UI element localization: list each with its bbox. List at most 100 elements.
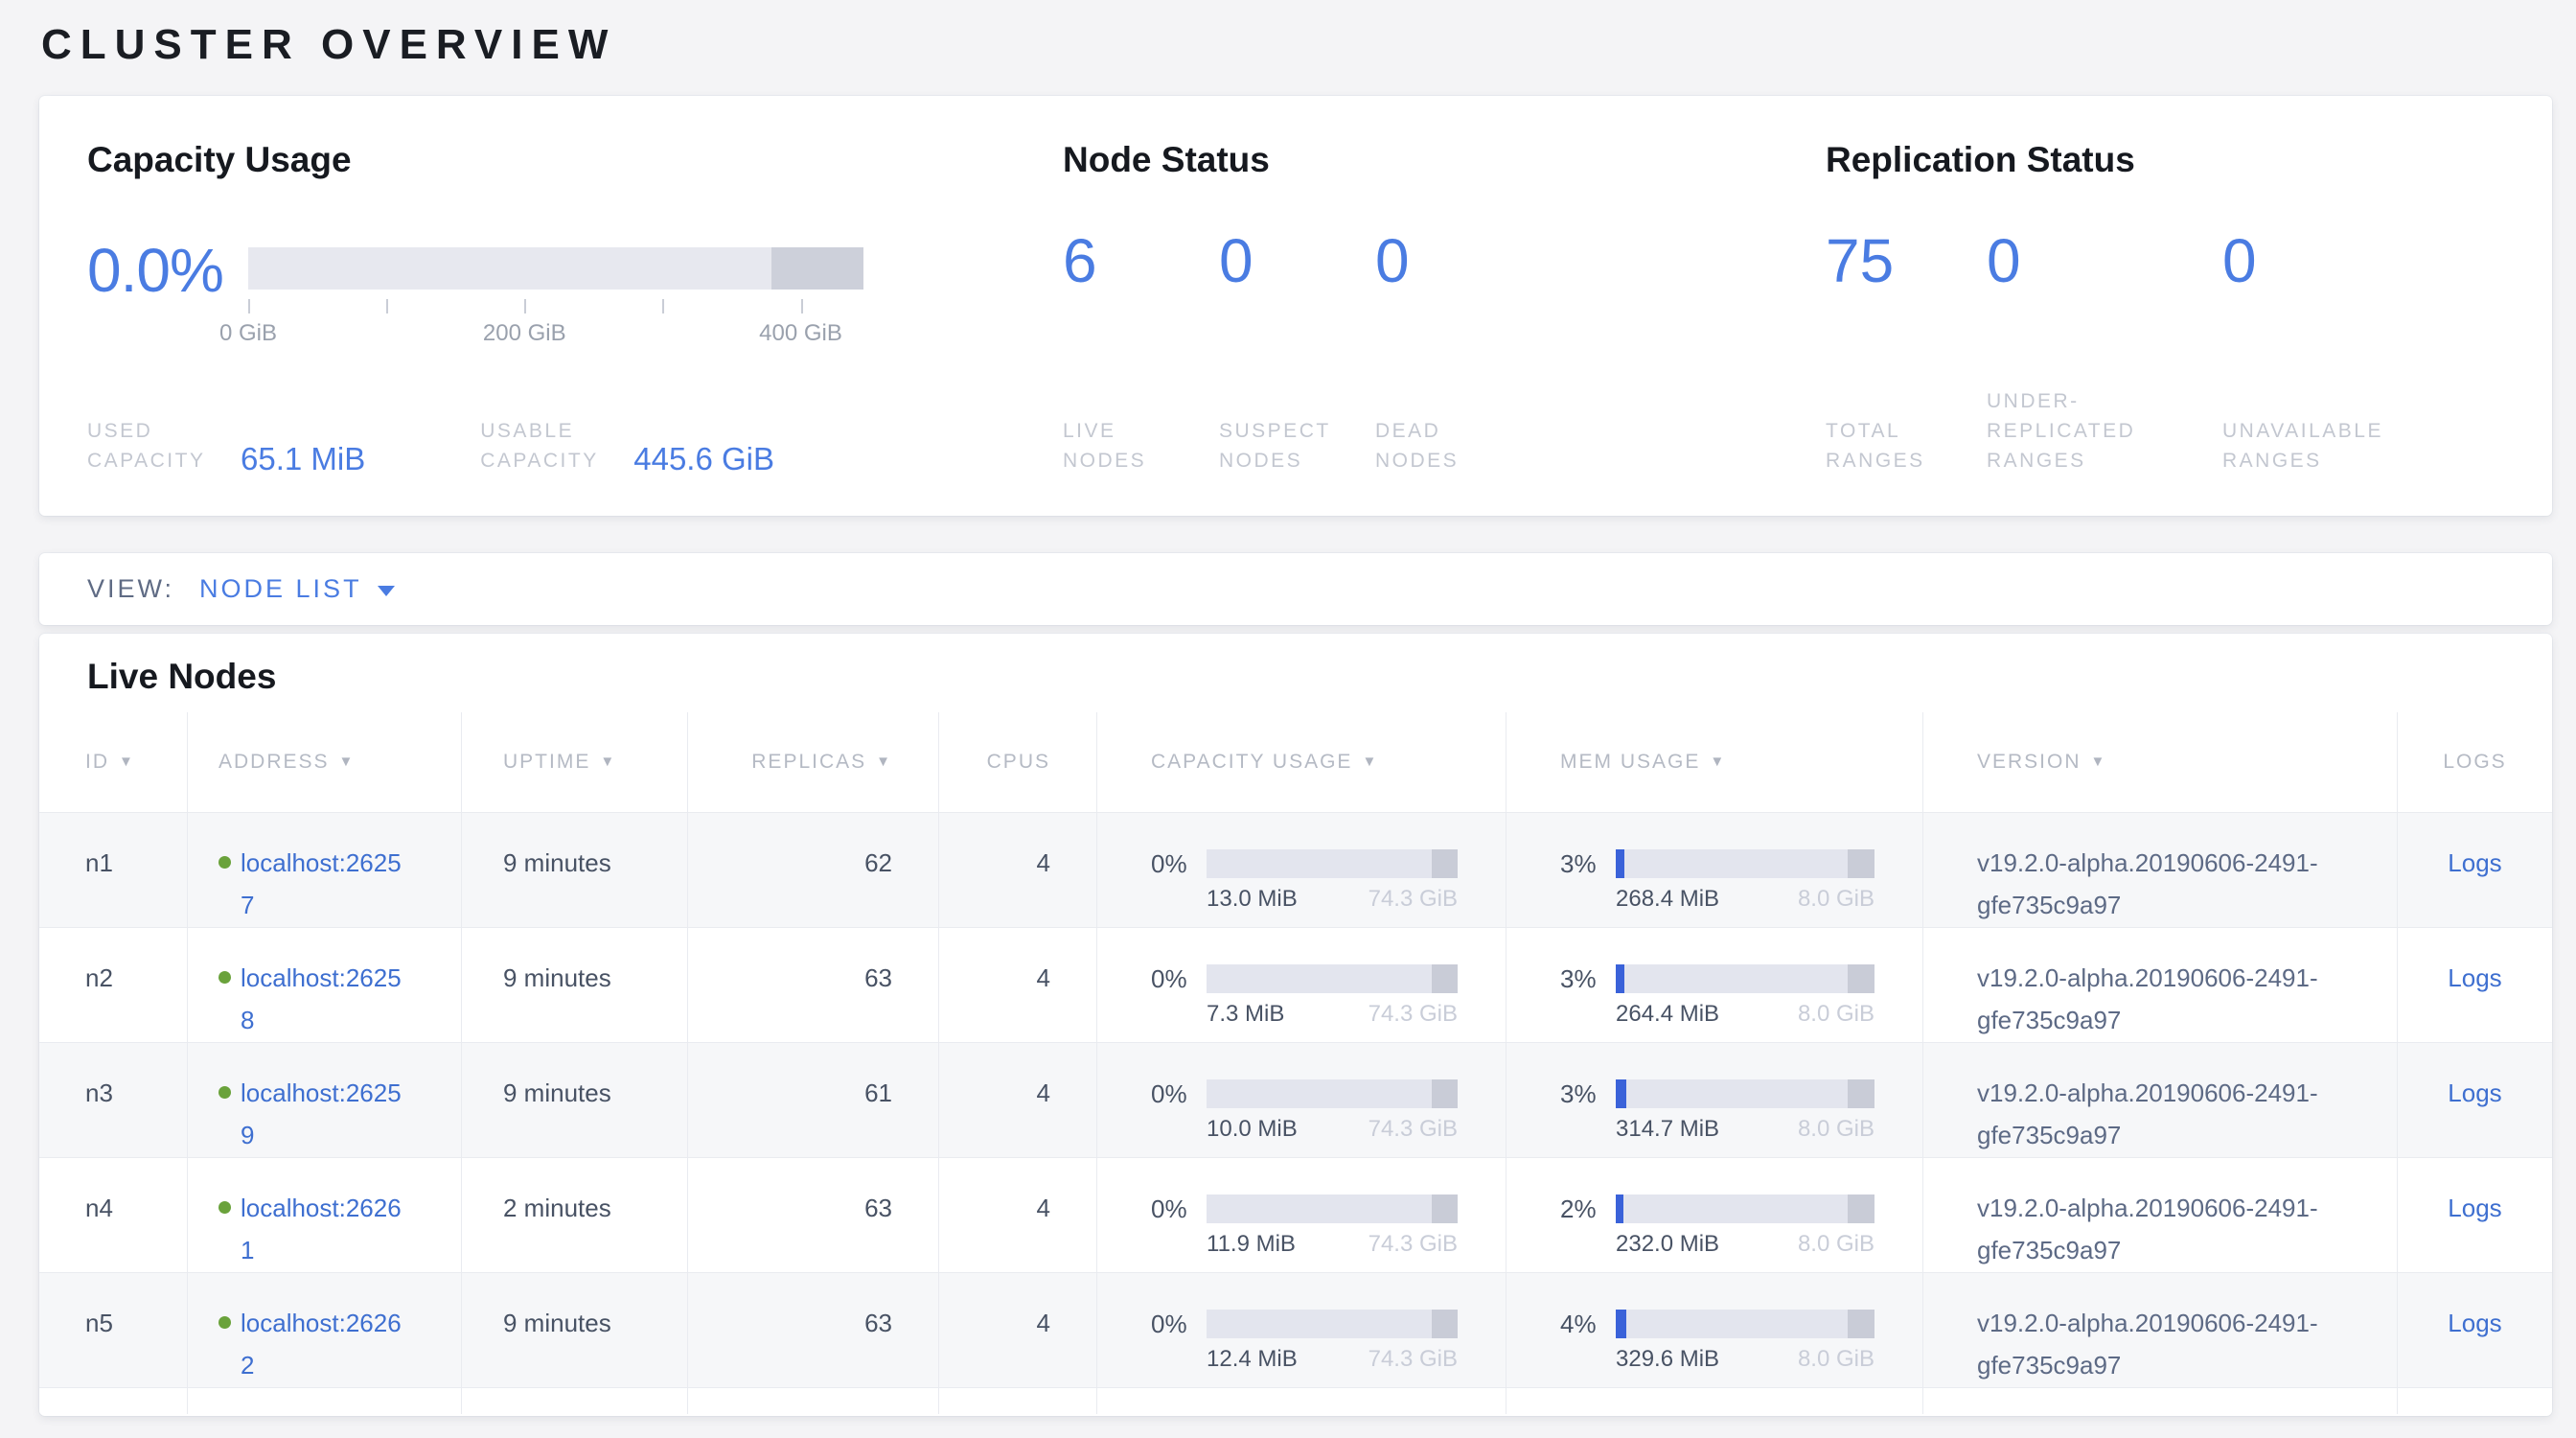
stat-big-number: 0: [1375, 230, 1490, 291]
node-id-cell: n2: [39, 927, 188, 1042]
node-status-section: Node Status 6LIVE NODES0SUSPECT NODES0DE…: [1063, 140, 1826, 475]
replication-status-title: Replication Status: [1826, 140, 2504, 180]
mem-usage-used-value: 264.4 MiB: [1616, 1003, 1719, 1026]
mem-usage-bar-end-cap: [1848, 1079, 1874, 1108]
sort-arrow-icon: ▼: [1362, 741, 1378, 783]
mem-usage-cell: 3%264.4 MiB8.0 GiB: [1506, 927, 1923, 1042]
clipped-row-cell: [39, 1387, 188, 1414]
summary-stat-unit: 6LIVE NODES: [1063, 230, 1219, 475]
mem-usage-percent: 2%: [1560, 1194, 1606, 1223]
mem-usage-bar: [1616, 1079, 1874, 1108]
capacity-usage-total-value: 74.3 GiB: [1368, 1348, 1458, 1371]
logs-link[interactable]: Logs: [2448, 963, 2501, 992]
column-header-label: CAPACITY USAGE: [1151, 741, 1352, 783]
stat-label: SUSPECT NODES: [1219, 416, 1344, 475]
axis-tick-label: 200 GiB: [483, 320, 566, 347]
stat-label: UNAVAILABLE RANGES: [2222, 416, 2443, 475]
capacity-usage-section: Capacity Usage 0.0% 0 GiB200 GiB400 GiB …: [87, 140, 1063, 475]
summary-stat-unit: 0UNDER-REPLICATED RANGES: [1987, 230, 2222, 475]
node-address-link[interactable]: localhost:26258: [241, 957, 405, 1041]
mem-usage-bar: [1616, 1310, 1874, 1338]
view-dropdown-value[interactable]: NODE LIST: [199, 574, 362, 604]
column-header-id[interactable]: ID▼: [39, 712, 188, 812]
column-header-address[interactable]: ADDRESS▼: [188, 712, 462, 812]
capacity-usage-bar-end-cap: [1432, 1310, 1459, 1338]
column-header-label: UPTIME: [503, 741, 590, 783]
capacity-usage-percent: 0%: [1151, 1194, 1197, 1223]
mem-usage-used-value: 314.7 MiB: [1616, 1118, 1719, 1141]
node-cpus-cell: 4: [939, 1272, 1097, 1387]
column-header-label: REPLICAS: [751, 741, 866, 783]
mem-usage-bar-fill: [1616, 1194, 1623, 1223]
sort-arrow-icon: ▼: [119, 741, 135, 783]
mem-usage-bar-end-cap: [1848, 1194, 1874, 1223]
capacity-usage-used-value: 10.0 MiB: [1207, 1118, 1298, 1141]
mem-usage-total-value: 8.0 GiB: [1798, 1348, 1874, 1371]
axis-tick-label: 400 GiB: [759, 320, 842, 347]
node-address-link[interactable]: localhost:26261: [241, 1187, 405, 1271]
capacity-usage-cell: 0%7.3 MiB74.3 GiB: [1097, 927, 1506, 1042]
capacity-usage-bar: [1207, 1194, 1458, 1223]
view-label: VIEW:: [87, 574, 174, 604]
node-version-cell: v19.2.0-alpha.20190606-2491-gfe735c9a97: [1923, 1272, 2398, 1387]
summary-stat-unit: 0SUSPECT NODES: [1219, 230, 1375, 475]
live-nodes-table: ID▼ADDRESS▼UPTIME▼REPLICAS▼CPUSCAPACITY …: [39, 712, 2552, 1414]
capacity-usage-cell: 0%11.9 MiB74.3 GiB: [1097, 1157, 1506, 1272]
logs-link[interactable]: Logs: [2448, 1194, 2501, 1222]
clipped-row-cell: [188, 1387, 462, 1414]
node-address-cell: localhost:26261: [188, 1157, 462, 1272]
logs-link[interactable]: Logs: [2448, 1078, 2501, 1107]
node-address-link[interactable]: localhost:26257: [241, 842, 405, 926]
clipped-row-cell: [688, 1387, 939, 1414]
mem-usage-used-value: 329.6 MiB: [1616, 1348, 1719, 1371]
capacity-usage-total-value: 74.3 GiB: [1368, 1118, 1458, 1141]
node-address-link[interactable]: localhost:26262: [241, 1302, 405, 1386]
node-cpus-cell: 4: [939, 1042, 1097, 1157]
logs-link[interactable]: Logs: [2448, 848, 2501, 877]
capacity-bar-dark-segment: [771, 247, 863, 290]
node-replicas-cell: 63: [688, 927, 939, 1042]
stat-label: DEAD NODES: [1375, 416, 1490, 475]
node-live-status-dot: [218, 971, 231, 984]
axis-tick-label: 0 GiB: [219, 320, 277, 347]
capacity-usage-bar: [1207, 1079, 1458, 1108]
mem-usage-total-value: 8.0 GiB: [1798, 1233, 1874, 1256]
view-bar: VIEW: NODE LIST: [39, 553, 2552, 625]
column-header-mem-usage[interactable]: MEM USAGE▼: [1506, 712, 1923, 812]
node-replicas-cell: 63: [688, 1272, 939, 1387]
mem-usage-bar-end-cap: [1848, 1310, 1874, 1338]
node-version-cell: v19.2.0-alpha.20190606-2491-gfe735c9a97: [1923, 1157, 2398, 1272]
mem-usage-used-value: 268.4 MiB: [1616, 888, 1719, 911]
clipped-row-cell: [2398, 1387, 2552, 1414]
cluster-summary-panel: Capacity Usage 0.0% 0 GiB200 GiB400 GiB …: [39, 96, 2552, 516]
view-dropdown[interactable]: NODE LIST: [199, 574, 395, 604]
capacity-usage-bar: [1207, 1310, 1458, 1338]
column-header-uptime[interactable]: UPTIME▼: [462, 712, 688, 812]
column-header-label: ADDRESS: [218, 741, 330, 783]
column-header-replicas[interactable]: REPLICAS▼: [688, 712, 939, 812]
mem-usage-cell: 4%329.6 MiB8.0 GiB: [1506, 1272, 1923, 1387]
clipped-row-cell: [1097, 1387, 1506, 1414]
column-header-capacity-usage[interactable]: CAPACITY USAGE▼: [1097, 712, 1506, 812]
logs-link[interactable]: Logs: [2448, 1309, 2501, 1337]
node-replicas-cell: 62: [688, 812, 939, 927]
node-address-link[interactable]: localhost:26259: [241, 1072, 405, 1156]
live-nodes-panel: Live Nodes ID▼ADDRESS▼UPTIME▼REPLICAS▼CP…: [39, 634, 2552, 1416]
node-uptime-cell: 9 minutes: [462, 812, 688, 927]
capacity-usage-bar: [1207, 964, 1458, 993]
stat-big-number: 0: [2222, 230, 2443, 291]
node-uptime-cell: 9 minutes: [462, 1272, 688, 1387]
capacity-usage-used-value: 11.9 MiB: [1207, 1233, 1296, 1256]
node-address-cell: localhost:26257: [188, 812, 462, 927]
mem-usage-percent: 3%: [1560, 964, 1606, 993]
capacity-bar-axis: 0 GiB200 GiB400 GiB: [248, 290, 863, 349]
stat-big-number: 0: [1987, 230, 2222, 291]
column-header-version[interactable]: VERSION▼: [1923, 712, 2398, 812]
sort-arrow-icon: ▼: [1710, 741, 1726, 783]
summary-stat-unit: 75TOTAL RANGES: [1826, 230, 1987, 475]
stat-value: 445.6 GiB: [633, 441, 774, 477]
mem-usage-bar-fill: [1616, 849, 1624, 878]
axis-tick-mark: [801, 299, 803, 313]
cluster-overview-page: CLUSTER OVERVIEW Capacity Usage 0.0% 0 G…: [0, 0, 2576, 1438]
capacity-usage-cell: 0%12.4 MiB74.3 GiB: [1097, 1272, 1506, 1387]
